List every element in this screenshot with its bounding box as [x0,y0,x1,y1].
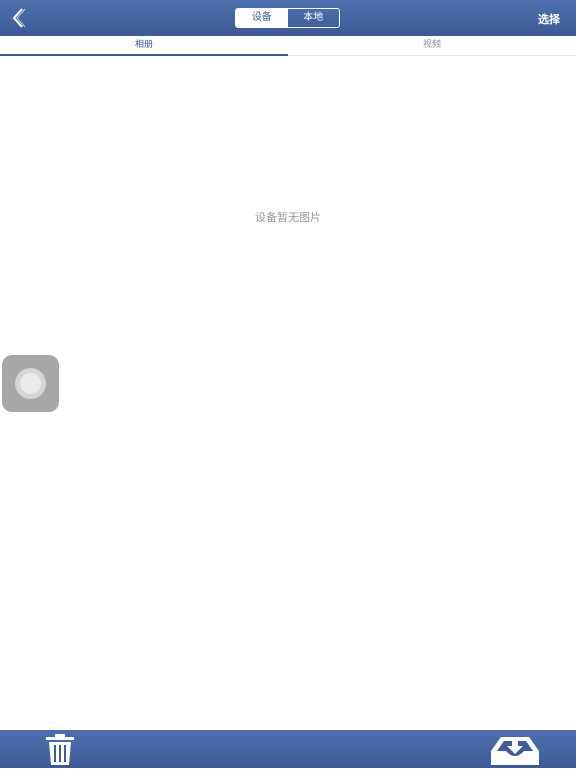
assistive-touch-core [20,373,41,394]
media-tabs: 相册 视频 [0,36,576,56]
assistive-touch-button[interactable] [2,355,59,412]
tab-video[interactable]: 视频 [288,36,576,56]
navigation-bar: 设备 本地 选择 [0,0,576,36]
empty-state-message: 设备暂无图片 [255,211,321,224]
trash-icon [46,734,74,765]
bottom-toolbar [0,730,576,768]
chevron-left-icon [12,8,26,28]
source-segmented-control: 设备 本地 [235,8,340,28]
segment-device[interactable]: 设备 [236,9,288,27]
tab-album[interactable]: 相册 [0,36,288,56]
select-button[interactable]: 选择 [538,11,560,27]
delete-button[interactable] [44,732,76,766]
download-button[interactable] [488,732,542,766]
back-button[interactable] [8,6,30,30]
segment-local[interactable]: 本地 [288,9,340,27]
download-tray-icon [491,737,539,765]
